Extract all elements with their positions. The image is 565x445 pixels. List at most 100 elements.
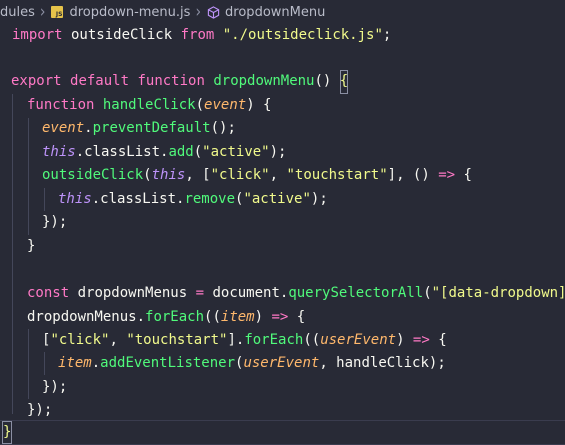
punctuation: ) { [246, 97, 272, 113]
breadcrumb-file-label: dropdown-menu.js [69, 4, 191, 20]
identifier: outsideClick [62, 27, 181, 43]
string-literal: "[data-dropdown]" [431, 285, 565, 301]
breadcrumb-folder-label: dules [0, 4, 35, 20]
this-keyword: this [151, 167, 186, 183]
matched-brace: { [339, 70, 349, 94]
matched-brace: } [2, 421, 13, 444]
method-name: addEventListener [100, 355, 236, 371]
punctuation: (( [204, 309, 221, 325]
identifier: dropdownMenus. [27, 309, 146, 325]
code-line: }); [42, 214, 68, 230]
string-literal: "./outsideclick.js" [222, 27, 383, 43]
punctuation: { [288, 309, 306, 325]
string-literal: "active" [202, 144, 270, 160]
function-call: outsideClick [42, 167, 144, 183]
code-line: }); [27, 402, 53, 418]
punctuation: { [429, 332, 447, 348]
code-editor[interactable]: import outsideClick from "./outsideclick… [0, 24, 565, 445]
punctuation: ], () [387, 167, 439, 183]
punctuation: ; [382, 27, 392, 43]
code-line: }); [42, 379, 68, 395]
method-name: forEach [145, 309, 205, 325]
parameter: userEvent [243, 355, 320, 371]
property: .classList. [75, 144, 169, 160]
current-line-highlight: } [0, 420, 565, 445]
code-line: import outsideClick from "./outsideclick… [12, 24, 391, 48]
indent-guide [28, 329, 29, 399]
code-line: export default function dropdownMenu() { [11, 70, 349, 94]
punctuation: { [455, 167, 472, 183]
keyword: function [27, 97, 95, 113]
this-keyword: this [42, 144, 76, 160]
chevron-right-icon: › [195, 2, 202, 22]
code-line: const dropdownMenus = document.querySele… [27, 282, 565, 306]
method-name: add [168, 144, 194, 160]
punctuation: ( [423, 285, 432, 301]
punctuation: ( [195, 97, 205, 113]
breadcrumb-file[interactable]: dropdown-menu.js [51, 5, 190, 20]
keyword: default [70, 73, 130, 89]
keyword: import [12, 27, 63, 43]
parameter: userEvent [320, 332, 397, 348]
string-literal: "click" [210, 167, 270, 183]
breadcrumb-symbol[interactable]: dropdownMenu [207, 5, 325, 20]
punctuation: , [109, 332, 127, 348]
code-line: item.addEventListener(userEvent, handleC… [58, 352, 446, 376]
punctuation: . [91, 355, 101, 371]
indent-guide [44, 188, 45, 211]
parameter: item [220, 309, 255, 325]
punctuation: ); [269, 144, 287, 160]
string-literal: "touchstart" [126, 332, 228, 348]
javascript-file-icon [51, 6, 64, 18]
function-name: dropdownMenu [213, 73, 315, 89]
string-literal: "touchstart" [286, 167, 388, 183]
operator: = [195, 285, 205, 301]
keyword: function [137, 73, 205, 89]
breadcrumb-symbol-label: dropdownMenu [225, 4, 326, 20]
breadcrumb-folder[interactable]: dules [0, 5, 35, 20]
punctuation: , [269, 167, 287, 183]
code-line: event.preventDefault(); [42, 117, 236, 141]
identifier: dropdownMenus [69, 285, 196, 301]
parameter: event [204, 97, 247, 113]
breadcrumb: dules › dropdown-menu.js › dropdownMenu [0, 0, 565, 24]
parameter: event [42, 120, 85, 136]
punctuation: () [314, 73, 340, 89]
string-literal: "active" [243, 191, 311, 207]
indent-guide [44, 352, 45, 375]
code-line: this.classList.remove("active"); [58, 188, 328, 212]
string-literal: "click" [50, 332, 110, 348]
code-line: this.classList.add("active"); [42, 141, 286, 165]
punctuation: ( [193, 144, 203, 160]
punctuation: ]. [227, 332, 245, 348]
punctuation: , [ [185, 167, 211, 183]
code-line: } [27, 238, 36, 254]
punctuation: ) [396, 332, 413, 348]
arrow-operator: => [412, 332, 430, 348]
indent-guide [28, 118, 29, 235]
code-line: ["click", "touchstart"].forEach((userEve… [42, 329, 447, 353]
punctuation: ) [254, 309, 272, 325]
indent-guide [12, 94, 13, 414]
arrow-operator: => [271, 309, 289, 325]
punctuation: , handleClick); [319, 355, 446, 371]
method-name: preventDefault [92, 120, 211, 136]
identifier: document. [204, 285, 289, 301]
punctuation: (); [210, 120, 236, 136]
code-line: outsideClick(this, ["click", "touchstart… [42, 164, 472, 188]
property: .classList. [91, 191, 185, 207]
chevron-right-icon: › [39, 2, 46, 22]
method-name: forEach [244, 332, 304, 348]
method-name: querySelectorAll [288, 285, 424, 301]
keyword: export [11, 73, 62, 89]
arrow-operator: => [438, 167, 456, 183]
punctuation: . [84, 120, 93, 136]
parameter: item [58, 355, 92, 371]
keyword: from [180, 27, 215, 43]
function-name: handleClick [102, 97, 196, 113]
method-name: remove [184, 191, 236, 207]
punctuation: ); [310, 191, 328, 207]
